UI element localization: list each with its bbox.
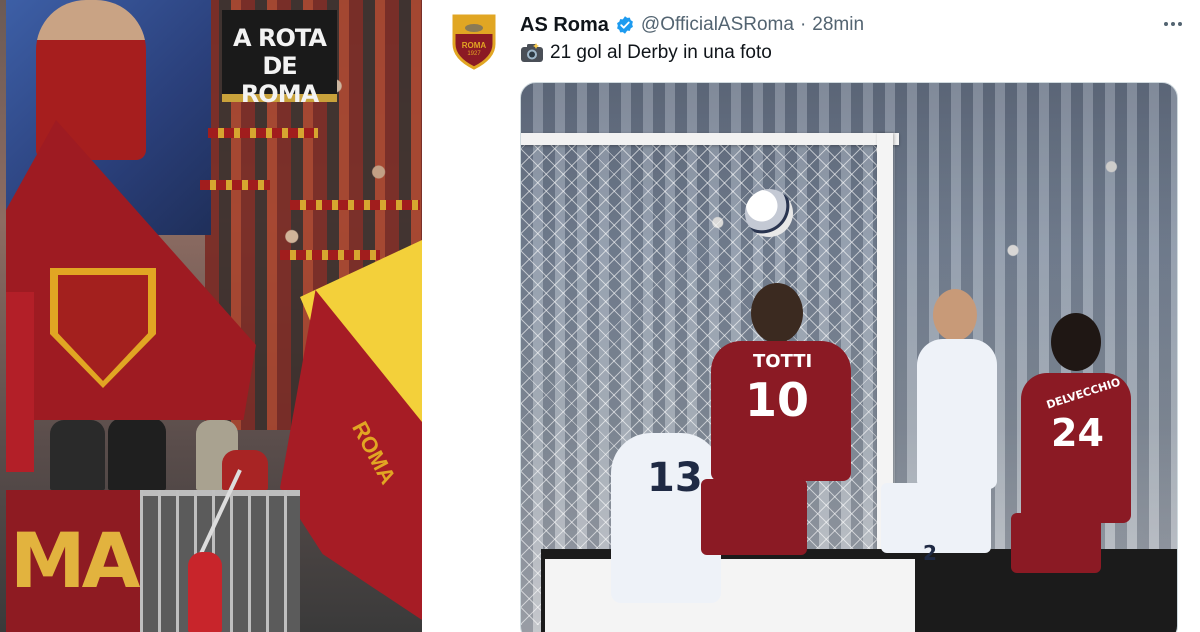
timestamp[interactable]: 28min [812, 14, 864, 36]
scarf [280, 250, 380, 260]
avatar-year: 1927 [467, 51, 481, 57]
more-options-icon[interactable] [1158, 12, 1188, 36]
player-head [1051, 313, 1101, 371]
handle[interactable]: @OfficialASRoma [641, 14, 794, 36]
player-lazio [917, 339, 997, 489]
fan [108, 418, 166, 490]
player-number: 24 [1051, 411, 1104, 455]
display-name[interactable]: AS Roma [520, 14, 609, 37]
fan-banner: A ROTA DE ROMA [222, 10, 337, 108]
tweet-header: AS Roma @OfficialASRoma · 28min [520, 12, 1180, 38]
fan [50, 420, 105, 490]
player-number: 2 [923, 541, 937, 565]
avatar[interactable]: ROMA 1927 [452, 14, 496, 70]
tweet-media-photo[interactable]: 13 TOTTI 10 2 DELVECCHIO 24 [520, 82, 1178, 632]
player-shorts [701, 479, 807, 555]
player-number: 10 [745, 373, 810, 427]
player-head [751, 283, 803, 343]
camera-icon [521, 43, 543, 62]
bottom-banner: MA [6, 490, 140, 632]
crossbar [521, 133, 899, 145]
verified-badge-icon [616, 16, 633, 34]
player-number: 13 [647, 455, 703, 501]
stadium-photo: A ROTA DE ROMA ROMA MA [0, 0, 422, 632]
flag-waver [188, 552, 222, 632]
fan [222, 450, 268, 490]
scarf [290, 200, 420, 210]
tweet-body: 21 gol al Derby in una foto [550, 42, 772, 63]
separator: · [799, 14, 807, 35]
ad-board-panel [545, 559, 915, 632]
player-shorts [1011, 513, 1101, 573]
flag-text: ROMA [347, 417, 401, 489]
scarf [208, 128, 318, 138]
football [745, 189, 793, 237]
avatar-text: ROMA [461, 41, 487, 50]
tweet-card[interactable]: ROMA 1927 AS Roma @OfficialASRoma · 28mi… [422, 0, 1200, 632]
player-head [933, 289, 977, 341]
player-name: TOTTI [753, 351, 813, 372]
tweet-text: 21 gol al Derby in una foto [520, 42, 772, 64]
scarf [200, 180, 270, 190]
red-flag [6, 292, 34, 472]
